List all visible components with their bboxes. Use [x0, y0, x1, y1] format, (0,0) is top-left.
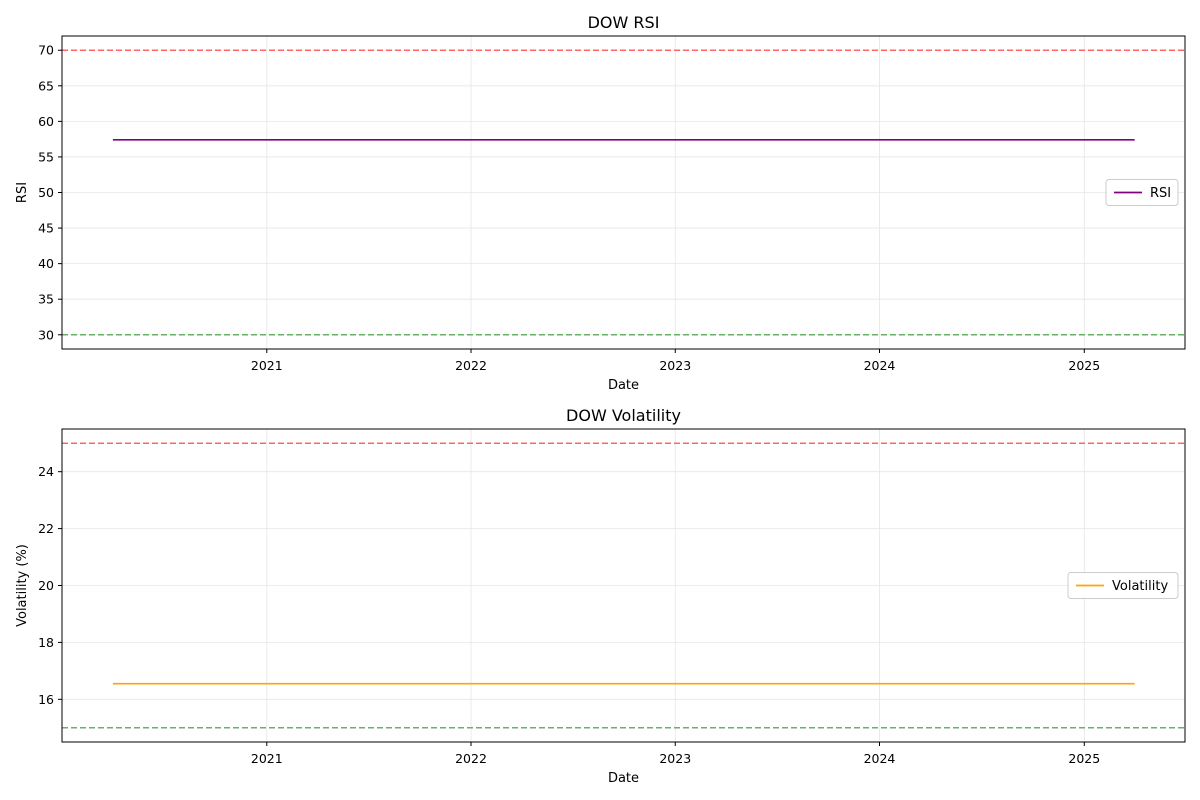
- x-tick-label: 2022: [455, 751, 487, 766]
- y-tick-label: 70: [38, 43, 54, 58]
- x-tick-label: 2022: [455, 358, 487, 373]
- x-tick-label: 2024: [864, 751, 896, 766]
- y-tick-label: 65: [38, 78, 54, 93]
- x-tick-label: 2025: [1068, 751, 1100, 766]
- y-tick-label: 30: [38, 327, 54, 342]
- y-tick-label: 50: [38, 185, 54, 200]
- x-axis-label: Date: [608, 378, 639, 393]
- x-tick-label: 2023: [659, 358, 691, 373]
- figure: 2021 2022 2023 2024 2025303540455055606570DO…: [15, 13, 1186, 786]
- x-axis-label: Date: [608, 771, 639, 786]
- y-tick-label: 22: [38, 521, 54, 536]
- rsi-chart: 2021 2022 2023 2024 2025 30 35 40 45 50 55 60 65 70 DO…: [15, 13, 1186, 393]
- volatility-chart: 2021 2022 2023 2024 20251618202224DOW Volati…: [15, 406, 1186, 786]
- y-tick-label: 18: [38, 635, 54, 650]
- y-axis-label: Volatility (%): [15, 544, 30, 627]
- y-tick-label: 40: [38, 256, 54, 271]
- y-tick-label: 55: [38, 149, 54, 164]
- y-tick-label: 60: [38, 114, 54, 129]
- x-tick-label: 2024: [864, 358, 896, 373]
- legend: RSI: [1105, 179, 1179, 206]
- y-tick-label: 45: [38, 221, 54, 236]
- legend: Volatility: [1067, 572, 1179, 599]
- y-tick-label: 24: [38, 464, 54, 479]
- y-tick-label: 35: [38, 292, 54, 307]
- x-tick-label: 2021: [251, 358, 283, 373]
- chart-title: DOW RSI: [588, 13, 660, 32]
- legend-label: Volatility: [1112, 579, 1168, 594]
- x-tick-label: 2021: [251, 751, 283, 766]
- legend-label: RSI: [1150, 186, 1171, 201]
- y-tick-label: 16: [38, 692, 54, 707]
- x-tick-label: 2025: [1068, 358, 1100, 373]
- y-axis-label: RSI: [15, 182, 30, 203]
- x-tick-label: 2023: [659, 751, 691, 766]
- y-tick-label: 20: [38, 578, 54, 593]
- chart-title: DOW Volatility: [566, 406, 681, 425]
